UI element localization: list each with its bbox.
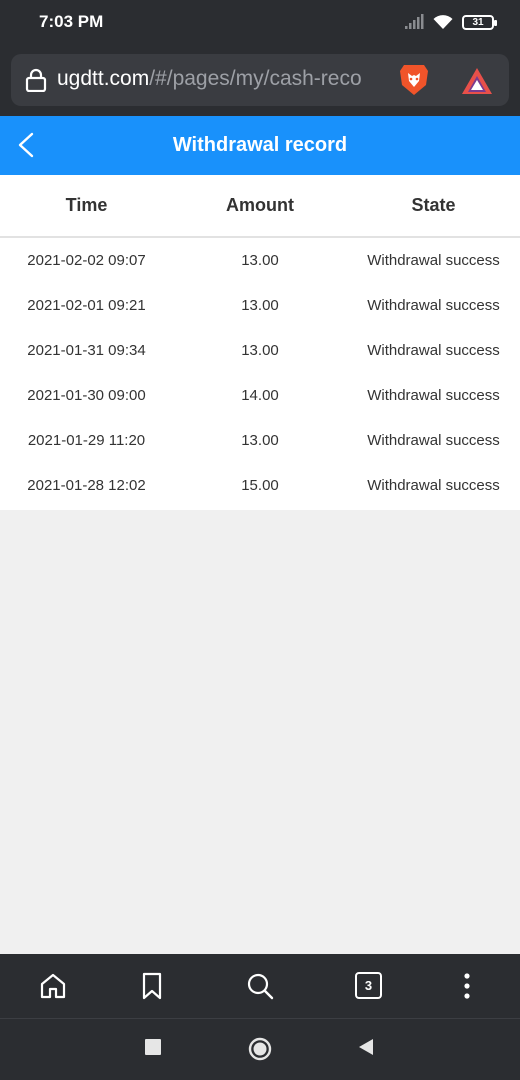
more-icon[interactable]: [452, 971, 482, 1001]
row-amount: 13.00: [241, 252, 279, 269]
column-header-time: Time: [65, 195, 108, 215]
lock-icon: [25, 68, 47, 92]
signal-icon: [405, 14, 424, 29]
bookmark-icon[interactable]: [137, 971, 167, 1001]
browser-toolbar: ugdtt.com/#/pages/my/cash-reco: [0, 44, 520, 116]
row-state: Withdrawal success: [367, 387, 500, 404]
row-time: 2021-02-02 09:07: [27, 252, 146, 269]
table-header: Time Amount State: [0, 175, 520, 238]
row-state: Withdrawal success: [367, 477, 500, 494]
row-state: Withdrawal success: [367, 342, 500, 359]
column-header-state: State: [411, 195, 456, 215]
url-host: ugdtt.com: [57, 67, 150, 90]
row-state: Withdrawal success: [367, 432, 500, 449]
tabs-icon[interactable]: 3: [355, 972, 382, 999]
row-time: 2021-01-29 11:20: [27, 432, 146, 449]
column-header-amount: Amount: [226, 195, 294, 215]
brave-rewards-icon[interactable]: [460, 66, 494, 96]
address-bar[interactable]: ugdtt.com/#/pages/my/cash-reco: [11, 54, 509, 106]
row-state: Withdrawal success: [367, 252, 500, 269]
row-amount: 13.00: [241, 342, 279, 359]
row-amount: 14.00: [241, 387, 279, 404]
table-row: 2021-02-01 09:21 13.00 Withdrawal succes…: [0, 283, 520, 328]
row-state: Withdrawal success: [367, 297, 500, 314]
row-amount: 13.00: [241, 432, 279, 449]
row-amount: 13.00: [241, 297, 279, 314]
page-title: Withdrawal record: [172, 134, 348, 156]
back-triangle-icon[interactable]: [357, 1038, 375, 1056]
table-row: 2021-01-30 09:00 14.00 Withdrawal succes…: [0, 373, 520, 418]
status-bar: 7:03 PM 31: [0, 0, 520, 44]
withdrawal-table: 2021-02-02 09:07 13.00 Withdrawal succes…: [0, 238, 520, 510]
brave-lion-icon[interactable]: [398, 63, 430, 97]
recents-icon[interactable]: [144, 1038, 162, 1056]
browser-bottom-nav: 3: [0, 954, 520, 1018]
row-time: 2021-01-31 09:34: [27, 342, 146, 359]
status-icons: 31: [404, 12, 497, 32]
search-icon[interactable]: [245, 971, 275, 1001]
wifi-icon: [433, 15, 453, 29]
app-header: Withdrawal record: [0, 116, 520, 175]
status-time: 7:03 PM: [39, 12, 104, 31]
tab-count: 3: [364, 978, 373, 993]
system-nav-bar: [0, 1018, 520, 1080]
back-arrow-icon[interactable]: [12, 130, 40, 160]
url-text[interactable]: ugdtt.com/#/pages/my/cash-reco: [57, 67, 393, 91]
home-icon[interactable]: [38, 971, 68, 1001]
table-row: 2021-01-28 12:02 15.00 Withdrawal succes…: [0, 463, 520, 508]
battery-level: 31: [472, 16, 484, 28]
battery-icon: 31: [462, 14, 497, 30]
table-row: 2021-01-31 09:34 13.00 Withdrawal succes…: [0, 328, 520, 373]
table-row: 2021-01-29 11:20 13.00 Withdrawal succes…: [0, 418, 520, 463]
row-amount: 15.00: [241, 477, 279, 494]
row-time: 2021-01-30 09:00: [27, 387, 146, 404]
table-row: 2021-02-02 09:07 13.00 Withdrawal succes…: [0, 238, 520, 283]
row-time: 2021-02-01 09:21: [27, 297, 146, 314]
row-time: 2021-01-28 12:02: [27, 477, 146, 494]
url-path: /#/pages/my/cash-reco: [149, 67, 362, 90]
home-circle-icon[interactable]: [248, 1037, 272, 1061]
